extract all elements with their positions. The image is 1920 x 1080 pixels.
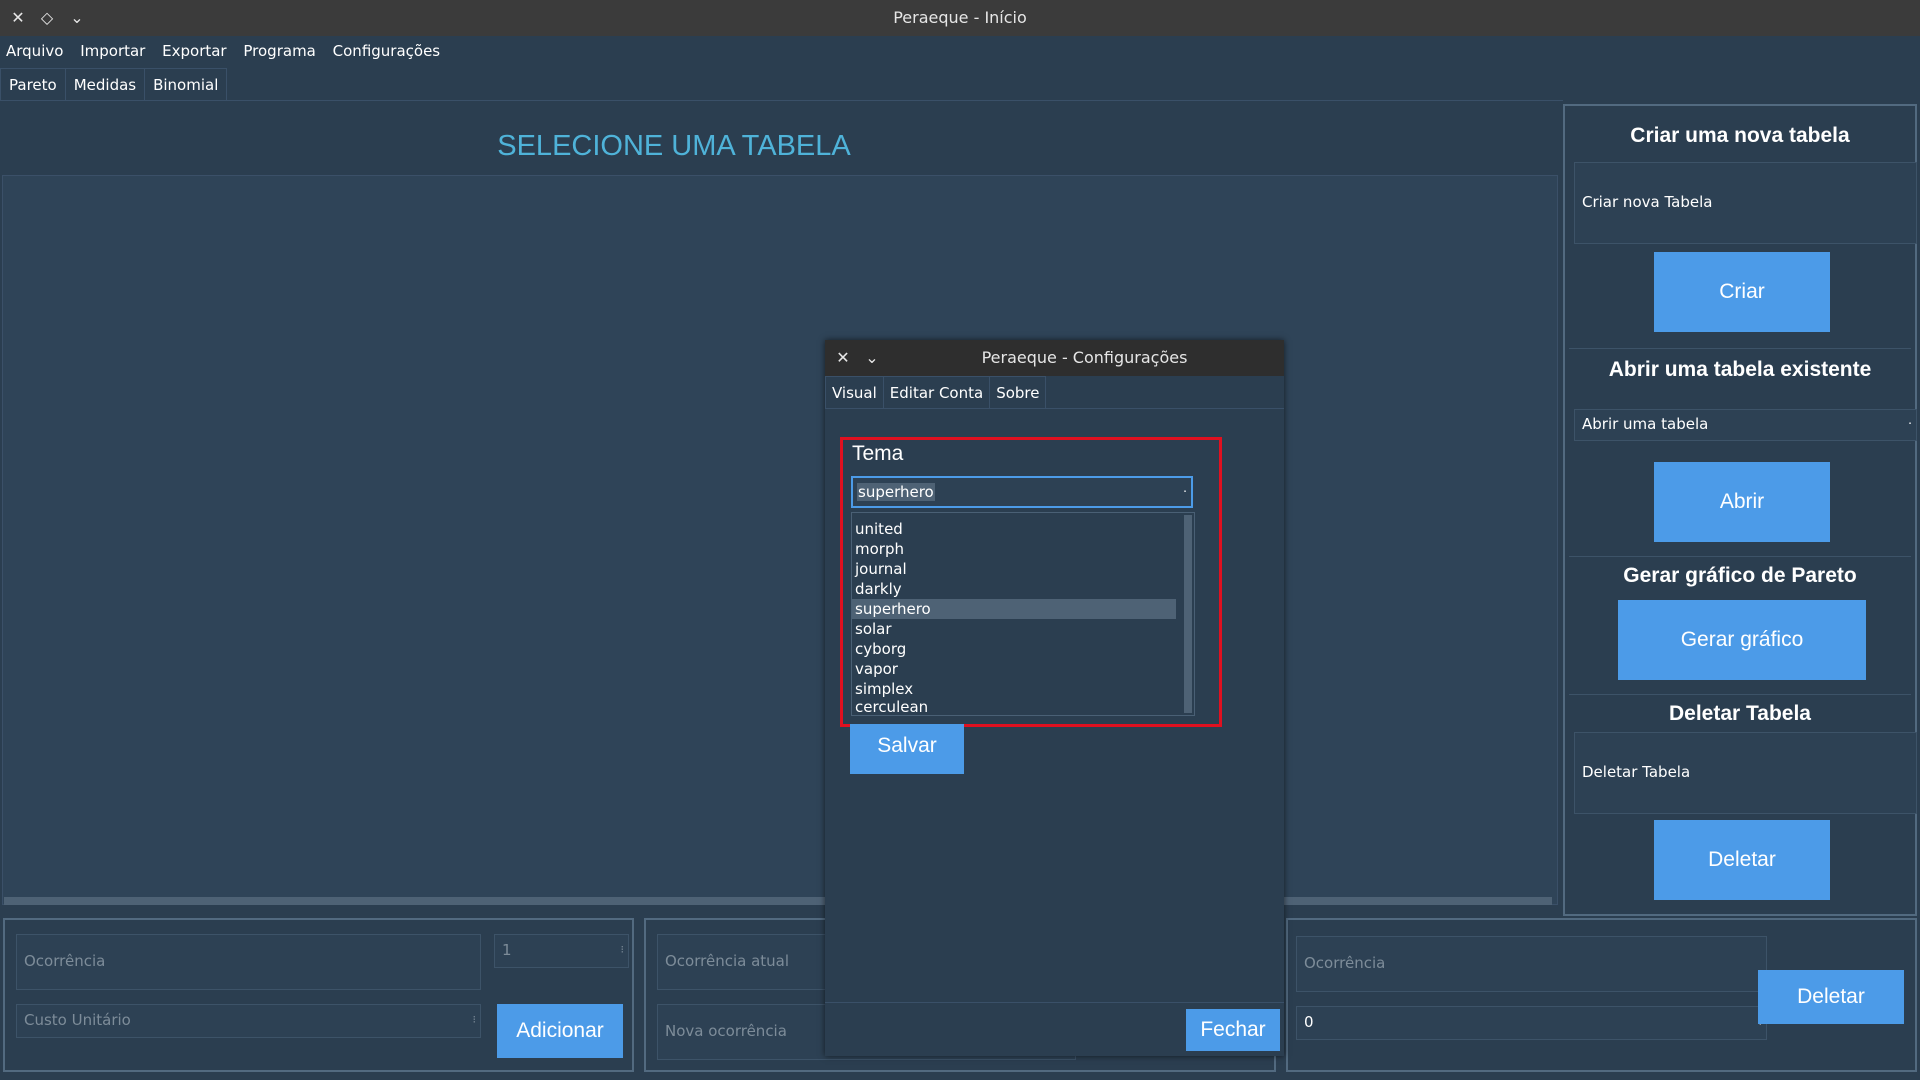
- pareto-chart-title: Gerar gráfico de Pareto: [1623, 564, 1857, 587]
- list-item[interactable]: vapor: [852, 659, 1176, 679]
- settings-dialog: ✕ ⌄ Peraeque - Configurações Visual Edita…: [825, 340, 1284, 1056]
- divider: [1569, 556, 1911, 557]
- list-item[interactable]: journal: [852, 559, 1176, 579]
- occurrence-input[interactable]: Ocorrência: [16, 934, 481, 990]
- quantity-value: 1: [502, 941, 512, 959]
- open-button[interactable]: Abrir: [1654, 462, 1830, 542]
- generate-chart-button[interactable]: Gerar gráfico: [1618, 600, 1866, 680]
- window-title: Peraeque - Início: [893, 8, 1027, 27]
- menu-importar[interactable]: Importar: [74, 36, 151, 66]
- list-item[interactable]: morph: [852, 539, 1176, 559]
- list-scrollbar[interactable]: [1184, 515, 1192, 713]
- delete-table-input[interactable]: Deletar Tabela: [1574, 732, 1917, 814]
- tab-pareto[interactable]: Pareto: [0, 68, 66, 101]
- list-item[interactable]: solar: [852, 619, 1176, 639]
- list-item[interactable]: cyborg: [852, 639, 1176, 659]
- add-button[interactable]: Adicionar: [497, 1004, 623, 1058]
- list-item[interactable]: united: [852, 519, 1176, 539]
- horizontal-scrollbar[interactable]: [4, 897, 1552, 905]
- spin-arrows-icon[interactable]: ⁝: [621, 935, 625, 965]
- tab-sobre[interactable]: Sobre: [989, 376, 1047, 408]
- right-panel: Criar uma nova tabela Criar nova Tabela …: [1563, 104, 1917, 916]
- tab-editar-conta[interactable]: Editar Conta: [882, 376, 991, 408]
- dialog-tabs: Visual Editar Conta Sobre: [825, 376, 1284, 409]
- open-table-select-value: Abrir uma tabela: [1582, 415, 1709, 433]
- tab-binomial[interactable]: Binomial: [144, 68, 228, 101]
- dialog-footer: Fechar: [825, 1002, 1284, 1057]
- list-item[interactable]: simplex: [852, 679, 1176, 699]
- divider: [1569, 694, 1911, 695]
- create-table-input[interactable]: Criar nova Tabela: [1574, 162, 1917, 244]
- close-button[interactable]: Fechar: [1186, 1009, 1280, 1051]
- delete-occurrence-button[interactable]: Deletar: [1758, 970, 1904, 1024]
- unit-cost-placeholder: Custo Unitário: [24, 1011, 131, 1029]
- menu-programa[interactable]: Programa: [237, 36, 321, 66]
- page-title: SELECIONE UMA TABELA: [497, 130, 851, 162]
- create-table-title: Criar uma nova tabela: [1630, 124, 1850, 147]
- window-titlebar: ✕ ◇ ⌄ Peraeque - Início: [0, 0, 1920, 36]
- dropdown-icon: .: [1908, 413, 1912, 427]
- theme-dropdown-list: united morph journal darkly superhero so…: [851, 512, 1195, 716]
- unit-cost-spinbox[interactable]: Custo Unitário ⁝: [16, 1004, 481, 1038]
- number-value: 0: [1304, 1013, 1314, 1031]
- list-item[interactable]: cerculean: [852, 699, 1176, 715]
- menubar: Arquivo Importar Exportar Programa Confi…: [0, 36, 1920, 66]
- spin-arrows-icon[interactable]: ⁝: [473, 1005, 477, 1035]
- table-area: [2, 175, 1558, 905]
- theme-combobox-value: superhero: [857, 483, 935, 501]
- list-item[interactable]: darkly: [852, 579, 1176, 599]
- tab-medidas[interactable]: Medidas: [64, 68, 146, 101]
- main-tabs: Pareto Medidas Binomial: [0, 68, 228, 102]
- open-table-title: Abrir uma tabela existente: [1608, 358, 1872, 381]
- delete-table-title: Deletar Tabela: [1668, 702, 1811, 725]
- dropdown-icon: .: [1183, 481, 1187, 495]
- number-spinbox[interactable]: 0 ⁝: [1296, 1006, 1767, 1040]
- menu-arquivo[interactable]: Arquivo: [0, 36, 69, 66]
- create-button[interactable]: Criar: [1654, 252, 1830, 332]
- dialog-titlebar: ✕ ⌄ Peraeque - Configurações: [825, 340, 1284, 376]
- theme-combobox[interactable]: superhero .: [851, 476, 1193, 508]
- delete-occurrence-input[interactable]: Ocorrência: [1296, 936, 1767, 992]
- delete-occurrence-panel: Ocorrência 0 ⁝ Deletar: [1286, 918, 1917, 1072]
- quantity-spinbox[interactable]: 1 ⁝: [494, 934, 629, 968]
- list-item-selected[interactable]: superhero: [852, 599, 1176, 619]
- delete-table-button[interactable]: Deletar: [1654, 820, 1830, 900]
- theme-label: Tema: [852, 442, 904, 465]
- divider: [1569, 348, 1911, 349]
- save-button[interactable]: Salvar: [850, 724, 964, 774]
- menu-configuracoes[interactable]: Configurações: [327, 36, 446, 66]
- open-table-select[interactable]: Abrir uma tabela .: [1574, 409, 1917, 441]
- add-occurrence-panel: Ocorrência 1 ⁝ Custo Unitário ⁝ Adiciona…: [3, 918, 634, 1072]
- divider: [0, 100, 1563, 101]
- dialog-title: Peraeque - Configurações: [981, 348, 1188, 367]
- menu-exportar[interactable]: Exportar: [156, 36, 232, 66]
- tab-visual[interactable]: Visual: [825, 376, 884, 408]
